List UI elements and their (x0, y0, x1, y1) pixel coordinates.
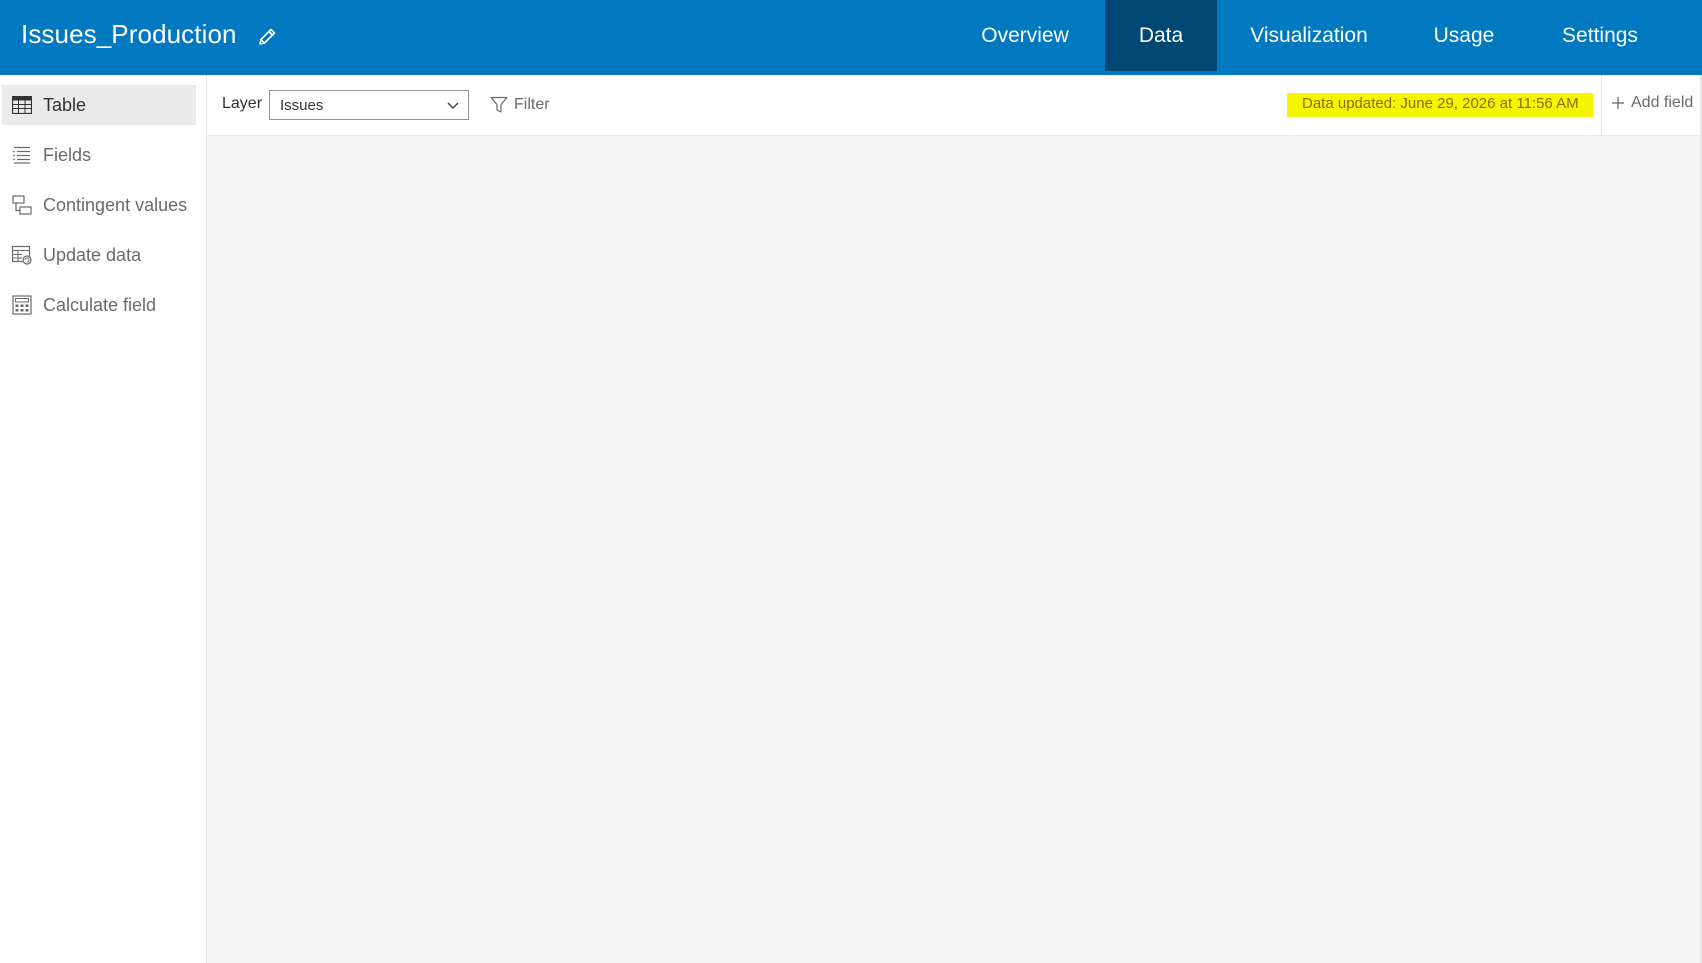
tab-label: Overview (981, 23, 1069, 47)
sidebar-item-contingent-values[interactable]: Contingent values (2, 185, 196, 225)
sidebar: Table Fields Contingent values Update da… (0, 75, 207, 963)
tab-label: Usage (1433, 23, 1495, 47)
fields-list-icon (11, 144, 33, 166)
tab-overview[interactable]: Overview (957, 0, 1093, 71)
sidebar-item-label: Update data (43, 244, 142, 265)
sidebar-item-table[interactable]: Table (2, 85, 196, 125)
layer-label: Layer (222, 95, 263, 112)
toolbar-divider (1601, 75, 1602, 136)
data-updated-timestamp: Data updated: June 29, 2026 at 11:56 AM (1302, 95, 1579, 112)
table-toolbar: Layer Issues Filter Data updated: June 2… (207, 75, 1701, 136)
filter-icon (490, 96, 508, 114)
pencil-icon (259, 28, 276, 45)
app-header: Issues_Production Overview Data Visualiz… (0, 0, 1702, 75)
sidebar-item-update-data[interactable]: Update data (2, 235, 196, 275)
tab-label: Visualization (1250, 23, 1368, 47)
layer-selected-value: Issues (280, 96, 324, 114)
add-field-button[interactable]: Add field (1611, 94, 1693, 112)
layer-dropdown[interactable]: Issues (269, 90, 469, 120)
sidebar-item-label: Fields (43, 144, 92, 165)
data-table-area: Layer Issues Filter Data updated: June 2… (207, 75, 1701, 963)
add-field-label: Add field (1631, 94, 1694, 111)
edit-title-button[interactable] (254, 24, 280, 50)
sidebar-item-label: Table (43, 94, 87, 115)
plus-icon (1611, 96, 1625, 110)
calculator-icon (11, 294, 33, 316)
tab-usage[interactable]: Usage (1404, 0, 1524, 71)
tab-visualization[interactable]: Visualization (1229, 0, 1389, 71)
sidebar-item-label: Calculate field (43, 294, 157, 315)
sidebar-item-fields[interactable]: Fields (2, 135, 196, 175)
filter-button[interactable]: Filter (490, 92, 550, 118)
filter-label: Filter (514, 96, 550, 113)
table-icon (11, 94, 33, 116)
sidebar-item-calculate-field[interactable]: Calculate field (2, 285, 196, 325)
sidebar-item-label: Contingent values (43, 194, 188, 215)
tab-settings[interactable]: Settings (1536, 0, 1664, 71)
update-data-icon (11, 244, 33, 266)
chevron-down-icon (446, 98, 460, 116)
contingent-values-icon (11, 194, 33, 216)
item-title: Issues_Production (21, 19, 237, 49)
tab-label: Settings (1562, 23, 1638, 47)
tab-label: Data (1138, 23, 1184, 47)
tab-data[interactable]: Data (1105, 0, 1217, 71)
